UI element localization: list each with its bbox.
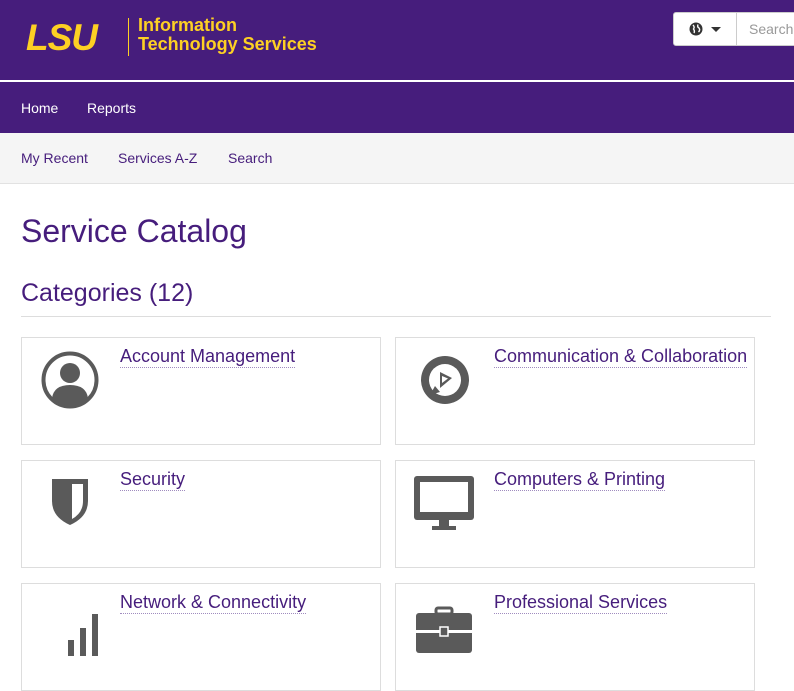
nav-reports[interactable]: Reports bbox=[87, 100, 136, 116]
briefcase-icon bbox=[416, 606, 472, 653]
org-name: Information Technology Services bbox=[138, 15, 317, 54]
signal-bars-icon bbox=[68, 614, 98, 656]
category-title[interactable]: Computers & Printing bbox=[494, 469, 666, 491]
secondary-nav: My Recent Services A-Z Search bbox=[0, 133, 794, 184]
category-title[interactable]: Professional Services bbox=[494, 592, 668, 614]
nav-my-recent[interactable]: My Recent bbox=[21, 150, 88, 166]
category-card-professional-services[interactable]: Professional Services bbox=[395, 583, 755, 691]
category-card-network-connectivity[interactable]: Network & Connectivity bbox=[21, 583, 381, 691]
nav-services-a-z[interactable]: Services A-Z bbox=[118, 150, 197, 166]
chevron-down-icon bbox=[711, 26, 721, 32]
category-card-communication-collaboration[interactable]: Communication & Collaboration bbox=[395, 337, 755, 445]
category-card-security[interactable]: Security bbox=[21, 460, 381, 568]
category-title[interactable]: Network & Connectivity bbox=[120, 592, 307, 614]
category-title[interactable]: Communication & Collaboration bbox=[494, 346, 748, 368]
category-card-computers-printing[interactable]: Computers & Printing bbox=[395, 460, 755, 568]
globe-icon bbox=[689, 22, 703, 36]
category-title[interactable]: Security bbox=[120, 469, 186, 491]
categories-heading: Categories (12) bbox=[21, 279, 194, 307]
search-input[interactable] bbox=[737, 13, 794, 45]
category-card-account-management[interactable]: Account Management bbox=[21, 337, 381, 445]
primary-nav: Home Reports bbox=[0, 82, 794, 133]
lsu-logo[interactable]: LSU bbox=[26, 21, 118, 53]
search-bar bbox=[673, 12, 794, 46]
user-circle-icon bbox=[41, 351, 99, 409]
language-dropdown-button[interactable] bbox=[674, 13, 737, 45]
shield-icon bbox=[52, 479, 88, 525]
nav-home[interactable]: Home bbox=[21, 100, 58, 116]
logo-divider bbox=[128, 18, 129, 56]
nav-search[interactable]: Search bbox=[228, 150, 272, 166]
svg-text:LSU: LSU bbox=[26, 21, 99, 53]
page-title: Service Catalog bbox=[21, 213, 247, 249]
category-title[interactable]: Account Management bbox=[120, 346, 296, 368]
site-header: LSU Information Technology Services bbox=[0, 0, 794, 80]
monitor-icon bbox=[414, 476, 474, 530]
heading-rule bbox=[21, 316, 771, 317]
speech-play-icon bbox=[421, 356, 469, 404]
